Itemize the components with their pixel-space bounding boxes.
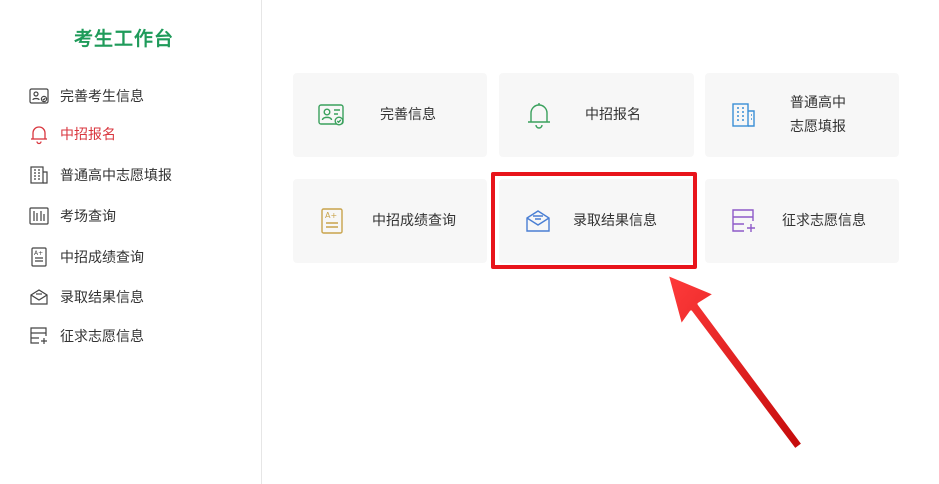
form-plus-icon: [28, 325, 50, 347]
bell-icon: [28, 123, 50, 145]
card-label: 征求志愿信息: [782, 213, 866, 229]
id-card-icon: [28, 85, 50, 107]
card-score-query[interactable]: A+ 中招成绩查询: [293, 179, 487, 263]
card-label: 录取结果信息: [573, 213, 657, 229]
sidebar-item-label: 征求志愿信息: [60, 329, 144, 345]
sidebar-item-solicit-application[interactable]: 征求志愿信息: [28, 322, 144, 350]
card-registration[interactable]: 中招报名: [499, 73, 694, 157]
svg-text:A+: A+: [34, 250, 43, 257]
sidebar-item-label: 中招报名: [60, 127, 116, 143]
sidebar-item-score-query[interactable]: A+ 中招成绩查询: [28, 243, 144, 271]
sidebar-item-label: 中招成绩查询: [60, 250, 144, 266]
card-complete-info[interactable]: 完善信息: [293, 73, 487, 157]
card-label: 中招报名: [585, 107, 641, 123]
envelope-icon: [523, 206, 553, 236]
card-solicit-application[interactable]: 征求志愿信息: [705, 179, 899, 263]
exam-room-icon: [28, 205, 50, 227]
sidebar-item-label: 录取结果信息: [60, 290, 144, 306]
envelope-icon: [28, 286, 50, 308]
bell-icon: [524, 100, 554, 130]
sidebar-item-high-school-application[interactable]: 普通高中志愿填报: [28, 161, 172, 189]
score-doc-icon: A+: [317, 206, 347, 236]
score-doc-icon: A+: [28, 246, 50, 268]
card-admission-result[interactable]: 录取结果信息: [499, 179, 694, 263]
sidebar-item-complete-info[interactable]: 完善考生信息: [28, 82, 144, 110]
card-high-school-application[interactable]: 普通高中 志愿填报: [705, 73, 899, 157]
building-icon: [28, 164, 50, 186]
sidebar-item-label: 考场查询: [60, 209, 116, 225]
card-label: 完善信息: [380, 107, 436, 123]
sidebar-item-admission-result[interactable]: 录取结果信息: [28, 283, 144, 311]
sidebar-item-label: 完善考生信息: [60, 89, 144, 105]
sidebar-item-label: 普通高中志愿填报: [60, 168, 172, 184]
sidebar-title: 考生工作台: [73, 28, 174, 50]
card-label: 中招成绩查询: [372, 213, 456, 229]
card-label-line2: 志愿填报: [790, 119, 846, 135]
form-plus-icon: [729, 206, 759, 236]
id-card-icon: [317, 100, 347, 130]
card-label-line1: 普通高中: [790, 95, 846, 111]
sidebar-item-exam-room[interactable]: 考场查询: [28, 202, 116, 230]
sidebar: 考生工作台 完善考生信息 中招报名 普通高中志愿填报 考场查询 A+ 中招成绩查…: [0, 0, 262, 484]
svg-text:A+: A+: [325, 211, 337, 220]
sidebar-item-registration[interactable]: 中招报名: [28, 120, 116, 148]
building-icon: [729, 100, 759, 130]
